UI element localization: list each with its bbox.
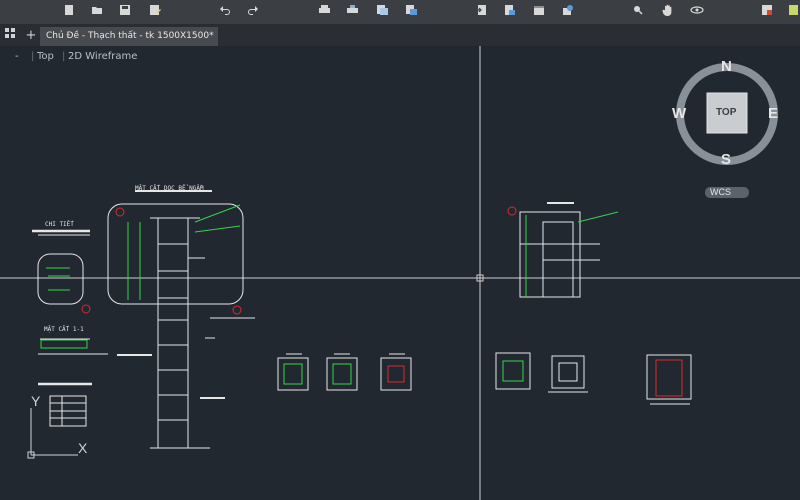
viewcube-south[interactable]: S (721, 151, 731, 168)
drawing-title-section: MẶT CẮT DỌC BỂ NGẦM (135, 185, 204, 192)
viewcube-top-face[interactable]: TOP (716, 107, 736, 118)
ucs-menu-label[interactable]: WCS (710, 187, 731, 197)
viewcube-north[interactable]: N (721, 58, 732, 75)
drawing-canvas (0, 46, 800, 500)
drawing-title-detail: CHI TIẾT (45, 221, 74, 228)
ucs-y-label: Y (31, 393, 41, 409)
viewcube-west[interactable]: W (672, 105, 686, 122)
viewcube-east[interactable]: E (768, 105, 778, 122)
ucs-icon (27, 408, 78, 459)
ucs-x-label: X (78, 440, 88, 456)
drawing-title-section-1-1: MẶT CẮT 1-1 (44, 326, 84, 333)
